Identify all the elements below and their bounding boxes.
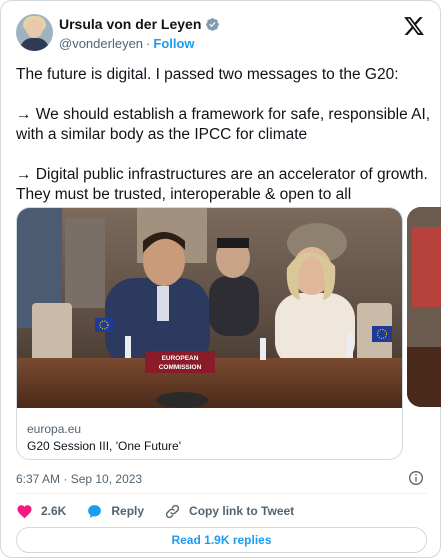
next-media-preview[interactable] (407, 207, 441, 407)
tweet-paragraph: The future is digital. I passed two mess… (16, 66, 399, 83)
info-icon[interactable] (408, 470, 424, 486)
reply-button[interactable]: Reply (86, 503, 144, 520)
link-preview-photo[interactable]: EUROPEAN COMMISSION (17, 208, 403, 408)
reply-bubble-icon (88, 504, 102, 518)
x-logo-icon[interactable] (403, 15, 425, 37)
tweet-timestamp[interactable]: 6:37 AM · Sep 10, 2023 (16, 472, 142, 486)
tweet-card: Ursula von der Leyen @vonderleyen · Follow… (0, 0, 441, 558)
follow-button[interactable]: Follow (153, 36, 194, 51)
link-domain[interactable]: europa.eu (27, 422, 81, 436)
reply-label: Reply (111, 504, 145, 518)
tweet-actions: 2.6K Reply Copy link to Tweet (16, 501, 314, 521)
copy-link-button[interactable]: Copy link to Tweet (164, 503, 294, 520)
author-handle-row: @vonderleyen · Follow (59, 36, 195, 51)
link-title[interactable]: G20 Session III, 'One Future' (27, 439, 181, 453)
heart-icon (17, 504, 32, 518)
link-icon (165, 504, 180, 518)
separator: · (146, 36, 151, 51)
photo-placard-line: COMMISSION (159, 364, 202, 371)
like-count: 2.6K (41, 504, 67, 518)
read-replies-button[interactable]: Read 1.9K replies (16, 527, 427, 553)
copy-link-label: Copy link to Tweet (189, 504, 295, 518)
tweet-paragraph: → We should establish a framework for sa… (16, 106, 435, 143)
photo-placard-line: EUROPEAN (162, 355, 199, 362)
link-preview-card[interactable]: EUROPEAN COMMISSION europa.eu G20 Sessio… (16, 207, 403, 460)
author-name-row[interactable]: Ursula von der Leyen (59, 16, 220, 32)
avatar[interactable] (16, 14, 53, 51)
author-handle[interactable]: @vonderleyen (59, 36, 143, 51)
tweet-text: The future is digital. I passed two mess… (16, 65, 431, 225)
author-name[interactable]: Ursula von der Leyen (59, 16, 201, 32)
tweet-paragraph: → Digital public infrastructures are an … (16, 166, 432, 203)
like-button[interactable]: 2.6K (16, 503, 66, 520)
verified-badge-icon (206, 17, 220, 31)
divider (16, 493, 427, 494)
